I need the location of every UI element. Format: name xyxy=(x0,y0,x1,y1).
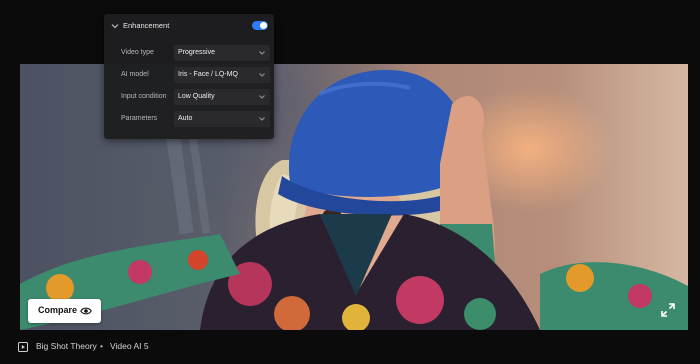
enhancement-title: Enhancement xyxy=(123,21,170,30)
video-type-label: Video type xyxy=(121,49,154,56)
video-type-value: Progressive xyxy=(178,49,215,56)
row-parameters: Parameters Auto xyxy=(104,111,274,129)
toggle-knob xyxy=(260,22,267,29)
breadcrumb-project[interactable]: Big Shot Theory xyxy=(36,341,97,351)
parameters-select[interactable]: Auto xyxy=(174,111,270,127)
ai-model-label: AI model xyxy=(121,71,149,78)
input-condition-label: Input condition xyxy=(121,93,167,100)
row-video-type: Video type Progressive xyxy=(104,45,274,63)
eye-icon xyxy=(80,307,92,315)
compare-label: Compare xyxy=(38,305,78,315)
parameters-value: Auto xyxy=(178,115,193,122)
row-input-condition: Input condition Low Quality xyxy=(104,89,274,107)
enhancement-panel: Enhancement Video type Progressive AI mo… xyxy=(104,14,274,139)
chevron-down-icon[interactable] xyxy=(111,22,119,30)
breadcrumb-current[interactable]: Video AI 5 xyxy=(110,341,149,351)
breadcrumb-separator: • xyxy=(100,341,103,351)
input-condition-value: Low Quality xyxy=(178,93,215,100)
ai-model-select[interactable]: Iris - Face / LQ-MQ xyxy=(174,67,270,83)
chevron-down-icon xyxy=(259,117,265,121)
video-type-select[interactable]: Progressive xyxy=(174,45,270,61)
expand-icon[interactable] xyxy=(660,302,676,318)
enhancement-toggle[interactable] xyxy=(252,21,268,30)
row-ai-model: AI model Iris - Face / LQ-MQ xyxy=(104,67,274,85)
compare-button[interactable]: Compare xyxy=(28,299,101,323)
input-condition-select[interactable]: Low Quality xyxy=(174,89,270,105)
enhancement-header[interactable]: Enhancement xyxy=(104,14,274,38)
ai-model-value: Iris - Face / LQ-MQ xyxy=(178,71,238,78)
chevron-down-icon xyxy=(259,51,265,55)
chevron-down-icon xyxy=(259,95,265,99)
breadcrumb: Big Shot Theory • Video AI 5 xyxy=(18,340,318,354)
chevron-down-icon xyxy=(259,73,265,77)
parameters-label: Parameters xyxy=(121,115,158,122)
play-icon xyxy=(18,342,28,352)
